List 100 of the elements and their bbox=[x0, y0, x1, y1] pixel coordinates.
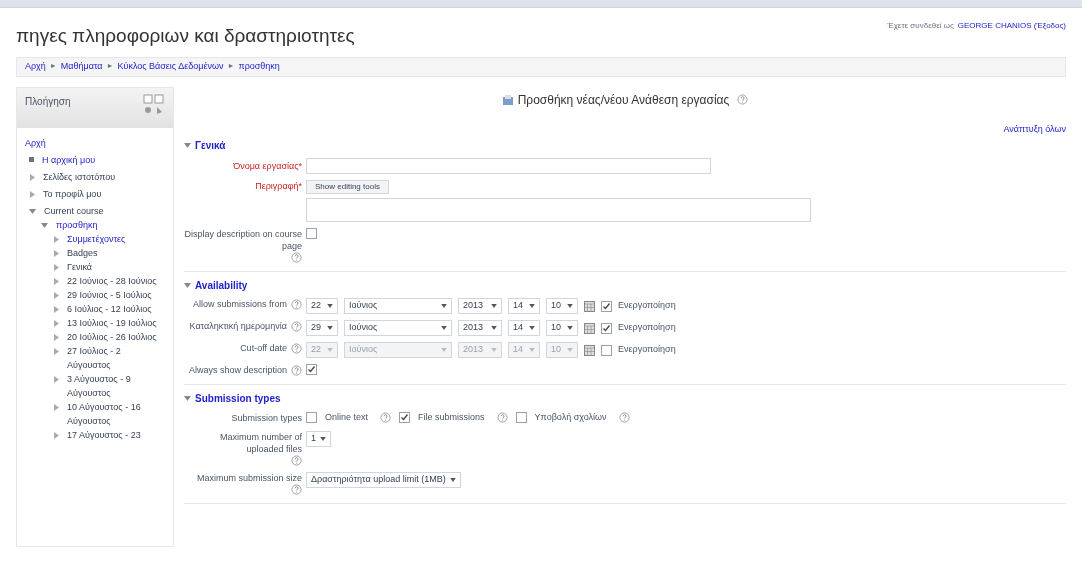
dropdown[interactable]: 14 bbox=[508, 320, 540, 336]
nav-link[interactable]: 3 Αύγουστος - 9 Αύγουστος bbox=[67, 371, 165, 400]
help-icon[interactable] bbox=[291, 483, 302, 495]
show-editing-tools-button[interactable]: Show editing tools bbox=[306, 180, 389, 194]
dropdown[interactable]: Ιούνιος bbox=[344, 320, 452, 336]
help-icon[interactable] bbox=[496, 412, 508, 424]
field-label: Display description on course page bbox=[184, 228, 302, 252]
caret-down-icon bbox=[327, 348, 333, 352]
field-label: Submission types bbox=[231, 411, 302, 424]
help-icon[interactable] bbox=[737, 94, 749, 105]
calendar-icon[interactable] bbox=[584, 300, 595, 312]
nav-link[interactable]: 29 Ιούνιος - 5 Ιούλιος bbox=[67, 287, 152, 302]
caret-down-icon bbox=[327, 326, 333, 330]
breadcrumb-link[interactable]: Αρχή bbox=[25, 59, 46, 74]
calendar-icon[interactable] bbox=[584, 344, 595, 356]
nav-link[interactable]: 13 Ιούλιος - 19 Ιούλιος bbox=[67, 315, 157, 330]
nav-link[interactable]: Σελίδες ιστοτόπου bbox=[43, 169, 116, 184]
caret-down-icon[interactable] bbox=[184, 143, 191, 148]
text-input[interactable] bbox=[306, 158, 711, 174]
nav-link[interactable]: Το προφίλ μου bbox=[43, 186, 102, 201]
help-icon[interactable] bbox=[291, 299, 302, 310]
checkbox[interactable] bbox=[306, 412, 317, 424]
user-link[interactable]: GEORGE CHANIOS (Έξοδος) bbox=[957, 20, 1066, 32]
dropdown[interactable]: 29 bbox=[306, 320, 338, 336]
field-label: Allow submissions from bbox=[192, 298, 287, 310]
nav-link[interactable]: 20 Ιούλιος - 26 Ιούλιος bbox=[67, 329, 157, 344]
dropdown[interactable]: 2013 bbox=[458, 320, 502, 336]
nav-link[interactable]: Αρχή bbox=[25, 135, 46, 150]
dropdown[interactable]: Δραστηριότητα upload limit (1MB) bbox=[306, 471, 461, 488]
caret-down-icon bbox=[529, 326, 535, 330]
dropdown[interactable]: 10 bbox=[546, 298, 578, 314]
nav-link[interactable]: 6 Ιούλιος - 12 Ιούλιος bbox=[67, 301, 152, 316]
nav-link[interactable]: 10 Αύγουστος - 16 Αύγουστος bbox=[67, 399, 165, 428]
nav-link[interactable]: Συμμετέχοντες bbox=[67, 231, 126, 246]
section-title[interactable]: Γενικά bbox=[195, 138, 226, 153]
block-title: Πλοήγηση bbox=[25, 94, 71, 109]
checkbox[interactable] bbox=[306, 364, 317, 375]
nav-link[interactable]: 17 Αύγουστος - 23 bbox=[67, 427, 141, 442]
dropdown[interactable]: 14 bbox=[508, 298, 540, 314]
nav-link[interactable]: προσθηκη bbox=[56, 217, 98, 232]
caret-down-icon bbox=[567, 326, 573, 330]
description-textarea[interactable] bbox=[306, 198, 811, 222]
enable-label: Ενεργοποίηση bbox=[618, 299, 676, 313]
help-icon[interactable] bbox=[291, 365, 302, 376]
expand-all-link[interactable]: Ανάπτυξη όλων bbox=[1003, 122, 1066, 136]
dropdown[interactable]: 22 bbox=[306, 298, 338, 314]
caret-down-icon bbox=[567, 348, 573, 352]
nav-link[interactable]: Γενικά bbox=[67, 259, 93, 274]
caret-down-icon bbox=[441, 348, 447, 352]
calendar-icon[interactable] bbox=[584, 322, 595, 334]
dropdown[interactable]: 10 bbox=[546, 320, 578, 336]
nav-link[interactable]: 22 Ιούνιος - 28 Ιούνιος bbox=[67, 273, 157, 288]
caret-down-icon bbox=[449, 477, 456, 482]
bullet-icon bbox=[29, 156, 34, 162]
page-heading: Προσθήκη νέας/νέου Ανάθεση εργασίας bbox=[517, 91, 730, 109]
dropdown[interactable]: 1 bbox=[306, 430, 331, 447]
dropdown[interactable]: Ιούνιος bbox=[344, 298, 452, 314]
field-label: Maximum number of uploaded files bbox=[218, 430, 302, 455]
login-info: Έχετε συνδεθεί ως bbox=[887, 20, 954, 32]
checkbox[interactable] bbox=[399, 412, 411, 424]
checkbox[interactable] bbox=[306, 228, 317, 239]
caret-down-icon bbox=[567, 304, 573, 308]
help-icon[interactable] bbox=[291, 454, 302, 466]
breadcrumb-link[interactable]: προσθηκη bbox=[238, 59, 280, 74]
nav-link[interactable]: Badges bbox=[67, 245, 98, 260]
breadcrumb-link[interactable]: Κύκλος Βάσεις Δεδομένων bbox=[117, 59, 224, 74]
caret-down-icon bbox=[29, 208, 36, 214]
caret-down-icon[interactable] bbox=[184, 283, 191, 288]
field-label: Always show description bbox=[188, 364, 287, 376]
help-icon[interactable] bbox=[380, 412, 392, 424]
caret-down-icon bbox=[491, 348, 497, 352]
option-label: File submissions bbox=[418, 411, 485, 424]
caret-right-icon bbox=[54, 403, 59, 411]
assignment-icon bbox=[501, 93, 514, 106]
section-title[interactable]: Availability bbox=[195, 278, 248, 293]
help-icon[interactable] bbox=[618, 412, 630, 424]
checkbox[interactable] bbox=[515, 412, 527, 424]
caret-right-icon bbox=[30, 190, 35, 198]
help-icon[interactable] bbox=[291, 252, 302, 263]
caret-down-icon bbox=[441, 326, 447, 330]
section-title[interactable]: Submission types bbox=[195, 391, 281, 406]
enable-label: Ενεργοποίηση bbox=[618, 321, 676, 335]
nav-link[interactable]: Η αρχική μου bbox=[42, 152, 96, 167]
enable-label: Ενεργοποίηση bbox=[618, 343, 676, 357]
field-label: Περιγραφή* bbox=[255, 180, 302, 192]
help-icon[interactable] bbox=[291, 321, 302, 332]
dropdown[interactable]: 2013 bbox=[458, 298, 502, 314]
nav-link[interactable]: 27 Ιούλιος - 2 Αύγουστος bbox=[67, 343, 165, 372]
caret-down-icon[interactable] bbox=[184, 396, 191, 401]
nav-link[interactable]: Current course bbox=[44, 203, 104, 218]
field-label: Όνομα εργασίας* bbox=[233, 160, 302, 172]
caret-down-icon bbox=[529, 304, 535, 308]
breadcrumb-link[interactable]: Μαθήματα bbox=[60, 59, 103, 74]
field-label: Maximum submission size bbox=[196, 471, 302, 484]
caret-down-icon bbox=[491, 304, 497, 308]
checkbox[interactable] bbox=[601, 300, 612, 312]
checkbox[interactable] bbox=[601, 322, 612, 334]
block-controls-icon[interactable] bbox=[143, 93, 165, 116]
caret-right-icon bbox=[54, 375, 59, 383]
site-title: πηγες πληροφοριων και δραστηριοτητες bbox=[16, 24, 355, 48]
